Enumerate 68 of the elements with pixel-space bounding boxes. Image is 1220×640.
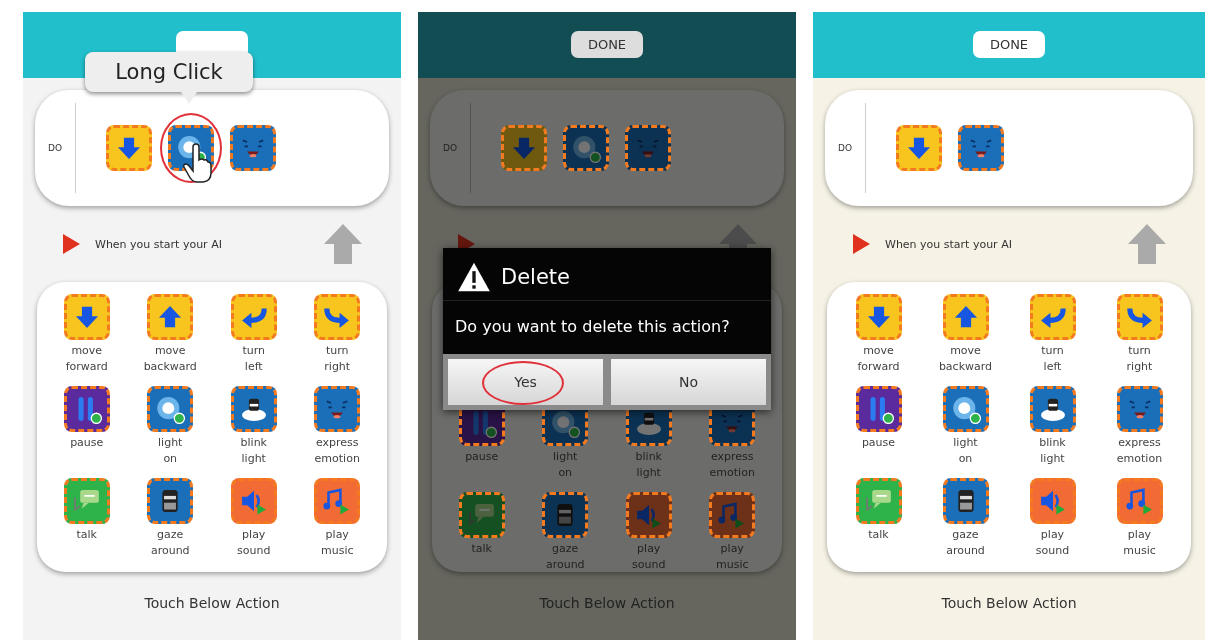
action-label: talk — [76, 527, 97, 543]
start-trigger-label: When you start your AI — [885, 237, 1012, 251]
dialog-title: Delete — [501, 265, 570, 289]
do-label: DO — [837, 143, 853, 153]
action-label: turn right — [324, 343, 351, 375]
smiling-face-icon[interactable] — [230, 125, 276, 171]
action-label: gaze around — [946, 527, 985, 559]
action-label: blink light — [1039, 435, 1066, 467]
action-label: move forward — [65, 343, 108, 375]
play-icon[interactable] — [61, 233, 81, 255]
hint-text: Touch Below Action — [940, 595, 1078, 611]
action-label: move backward — [143, 343, 197, 375]
action-label: gaze around — [545, 541, 585, 573]
done-button[interactable]: DONE — [571, 31, 643, 58]
smiling-face-icon[interactable] — [1116, 386, 1163, 432]
speaker-icon[interactable] — [625, 492, 672, 538]
music-note-icon[interactable] — [1116, 478, 1163, 524]
action-label: play music — [1123, 527, 1156, 559]
smiling-face-icon[interactable] — [625, 125, 671, 171]
action-label: express emotion — [1116, 435, 1163, 467]
action-label: play sound — [237, 527, 271, 559]
do-label: DO — [47, 143, 63, 153]
play-icon[interactable] — [851, 233, 871, 255]
music-note-icon[interactable] — [314, 478, 361, 524]
action-label: play sound — [1035, 527, 1070, 559]
hand-pointer-icon — [182, 143, 212, 183]
action-label: blink light — [635, 449, 662, 481]
speech-bubble-icon[interactable] — [458, 492, 505, 538]
action-label: play music — [321, 527, 354, 559]
pause-icon[interactable] — [63, 386, 110, 432]
action-label: turn right — [1126, 343, 1153, 375]
speaker-icon[interactable] — [230, 478, 277, 524]
action-label: light on — [953, 435, 978, 467]
action-label: turn left — [242, 343, 266, 375]
speech-bubble-icon[interactable] — [855, 478, 902, 524]
action-label: gaze around — [150, 527, 190, 559]
warning-icon — [457, 262, 491, 292]
pause-icon[interactable] — [855, 386, 902, 432]
do-label: DO — [442, 143, 458, 153]
tooltip: Long Click — [85, 52, 253, 104]
action-label: talk — [868, 527, 889, 543]
start-trigger-label: When you start your AI — [95, 237, 222, 251]
action-label: move forward — [857, 343, 900, 375]
action-label: pause — [861, 435, 896, 451]
cloud-icon[interactable] — [1029, 386, 1076, 432]
music-note-icon[interactable] — [709, 492, 756, 538]
action-label: move backward — [938, 343, 993, 375]
speaker-icon[interactable] — [1029, 478, 1076, 524]
smiling-face-icon[interactable] — [314, 386, 361, 432]
action-label: light on — [158, 435, 183, 467]
done-button[interactable]: DONE — [973, 31, 1045, 58]
action-label: pause — [70, 435, 104, 451]
action-label: play music — [716, 541, 749, 573]
action-label: play sound — [632, 541, 666, 573]
smiling-face-icon[interactable] — [958, 125, 1004, 171]
no-button[interactable]: No — [611, 359, 766, 405]
action-label: express emotion — [709, 449, 755, 481]
yes-button[interactable]: Yes — [448, 359, 603, 405]
action-label: express emotion — [314, 435, 360, 467]
hint-text: Touch Below Action — [538, 595, 676, 611]
speech-bubble-icon[interactable] — [63, 478, 110, 524]
action-label: light on — [553, 449, 578, 481]
action-label: turn left — [1041, 343, 1064, 375]
action-label: pause — [465, 449, 499, 465]
hint-text: Touch Below Action — [143, 595, 281, 611]
action-label: talk — [471, 541, 492, 557]
cloud-icon[interactable] — [230, 386, 277, 432]
action-label: blink light — [240, 435, 267, 467]
